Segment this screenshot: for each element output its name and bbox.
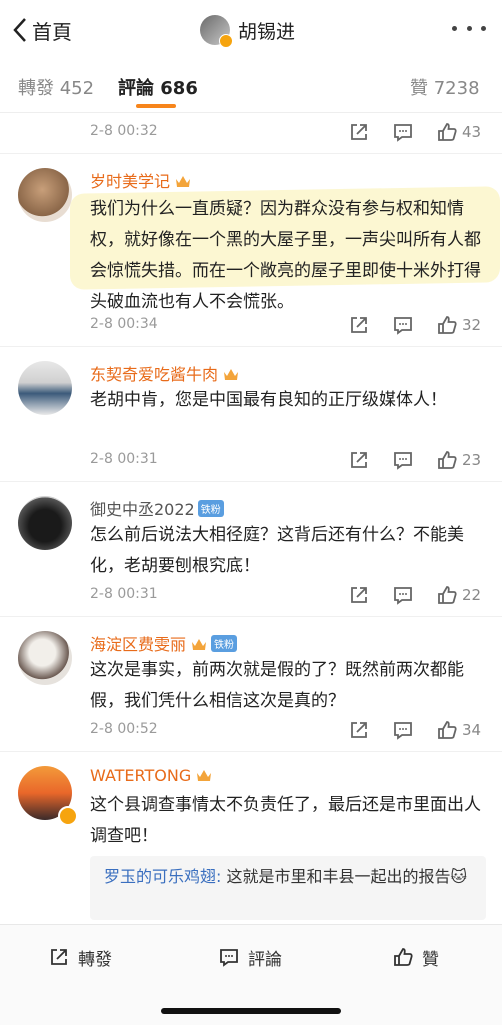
avatar[interactable]	[18, 361, 72, 415]
list-item: 御史中丞2022 铁粉 怎么前后说法大相径庭？这背后还有什么？不能美化，老胡要刨根…	[0, 482, 502, 617]
comment-label: 評論	[248, 949, 282, 970]
comment-text: 这次是事实，前两次就是假的了？既然前两次都能假，我们凭什么相信这次是真的？	[90, 660, 464, 711]
like-icon[interactable]	[436, 314, 458, 336]
comment-text: 怎么前后说法大相径庭？这背后还有什么？不能美化，老胡要刨根究底！	[90, 525, 464, 576]
list-item: 岁时美学记 我们为什么一直质疑？因为群众没有参与权和知情权，就好像在一个黑的大屋…	[0, 154, 502, 347]
comment-date: 2-8 00:52	[90, 721, 158, 737]
back-chevron-icon	[13, 18, 26, 42]
comment-meta: 2-8 00:31 23	[90, 449, 486, 473]
comment-date: 2-8 00:34	[90, 316, 158, 332]
comment-text: 我们为什么一直质疑？因为群众没有参与权和知情权，就好像在一个黑的大屋子里，一声尖…	[90, 199, 481, 312]
username[interactable]: 东契奇爱吃酱牛肉	[90, 361, 240, 385]
repost-icon[interactable]	[348, 584, 370, 606]
tab-like[interactable]: 贊 7238	[410, 74, 480, 100]
fan-badge: 铁粉	[211, 635, 238, 652]
like-icon[interactable]	[436, 449, 458, 471]
profile-title[interactable]: 胡锡进	[200, 12, 295, 48]
username[interactable]: 御史中丞2022 铁粉	[90, 496, 224, 520]
comment-icon[interactable]	[392, 121, 414, 143]
comment-icon	[220, 949, 238, 967]
like-icon[interactable]	[436, 719, 458, 741]
reply-emoji: 🐱	[450, 867, 468, 886]
username-text: 御史中丞2022	[90, 500, 195, 519]
avatar[interactable]	[18, 496, 72, 550]
like-icon[interactable]	[436, 121, 458, 143]
crown-icon	[192, 639, 207, 650]
tab-active-indicator	[136, 104, 176, 108]
username[interactable]: 海淀区费雯丽 铁粉	[90, 631, 238, 655]
comment-text: 这个县调查事情太不负责任了，最后还是市里面出人调查吧！	[90, 795, 481, 846]
crown-icon	[197, 770, 212, 781]
home-indicator	[161, 1008, 341, 1014]
fan-badge: 铁粉	[197, 500, 224, 517]
like-icon[interactable]	[436, 584, 458, 606]
comment-button[interactable]: 評論	[218, 943, 282, 971]
like-count: 43	[462, 123, 482, 141]
repost-label: 轉發	[78, 949, 112, 970]
tab-comment[interactable]: 評論 686	[118, 74, 198, 100]
top-bar: 首頁 胡锡进	[0, 0, 502, 60]
like-count: 22	[462, 586, 482, 604]
back-label: 首頁	[32, 19, 72, 44]
like-button[interactable]: 贊	[392, 943, 439, 971]
comment-meta: 2-8 00:32 43	[90, 121, 486, 145]
comment-icon[interactable]	[392, 314, 414, 336]
reply-content: 罗玉的可乐鸡翅: 这就是市里和丰县一起出的报告🐱	[104, 864, 474, 890]
reply-text: 这就是市里和丰县一起出的报告	[221, 867, 451, 886]
tab-repost[interactable]: 轉發 452	[18, 74, 94, 100]
like-count: 34	[462, 721, 482, 739]
more-icon[interactable]	[452, 16, 486, 40]
avatar[interactable]	[18, 168, 72, 222]
verified-icon	[58, 806, 78, 826]
comment-text: 老胡中肯，您是中国最有良知的正厅级媒体人！	[90, 390, 447, 410]
reply-username[interactable]: 罗玉的可乐鸡翅:	[104, 867, 221, 886]
repost-icon[interactable]	[348, 449, 370, 471]
repost-icon[interactable]	[348, 314, 370, 336]
like-count: 32	[462, 316, 482, 334]
crown-icon	[176, 176, 191, 187]
repost-button[interactable]: 轉發	[48, 943, 112, 971]
list-item: 东契奇爱吃酱牛肉 老胡中肯，您是中国最有良知的正厅级媒体人！ 2-8 00:31…	[0, 347, 502, 482]
comment-icon[interactable]	[392, 449, 414, 471]
username-text: 海淀区费雯丽	[90, 635, 187, 654]
like-count: 23	[462, 451, 482, 469]
verified-icon	[219, 34, 233, 48]
like-icon	[394, 948, 413, 966]
comment-meta: 2-8 00:31 22	[90, 584, 486, 608]
comment-date: 2-8 00:32	[90, 123, 158, 139]
repost-icon	[51, 949, 67, 965]
tab-bar: 轉發 452 評論 686 贊 7238	[0, 60, 502, 113]
comment-date: 2-8 00:31	[90, 451, 158, 467]
username-text: WATERTONG	[90, 766, 192, 785]
comment-icon[interactable]	[392, 719, 414, 741]
username-text: 东契奇爱吃酱牛肉	[90, 365, 219, 384]
avatar[interactable]	[18, 631, 72, 685]
reply-preview[interactable]: 罗玉的可乐鸡翅: 这就是市里和丰县一起出的报告🐱	[90, 856, 486, 920]
comment-date: 2-8 00:31	[90, 586, 158, 602]
avatar	[200, 15, 233, 48]
username[interactable]: 岁时美学记	[90, 168, 192, 192]
comment-icon[interactable]	[392, 584, 414, 606]
like-label: 贊	[422, 949, 439, 970]
comment-meta: 2-8 00:52 34	[90, 719, 486, 743]
back-button[interactable]: 首頁	[12, 12, 72, 48]
comment-meta: 2-8 00:34 32	[90, 314, 486, 338]
list-item: 2-8 00:32 43	[0, 113, 502, 154]
repost-icon[interactable]	[348, 719, 370, 741]
list-item: 海淀区费雯丽 铁粉 这次是事实，前两次就是假的了？既然前两次都能假，我们凭什么相信…	[0, 617, 502, 752]
username[interactable]: WATERTONG	[90, 766, 213, 785]
page-title: 胡锡进	[238, 20, 296, 43]
username-text: 岁时美学记	[90, 172, 171, 191]
repost-icon[interactable]	[348, 121, 370, 143]
crown-icon	[224, 369, 239, 380]
